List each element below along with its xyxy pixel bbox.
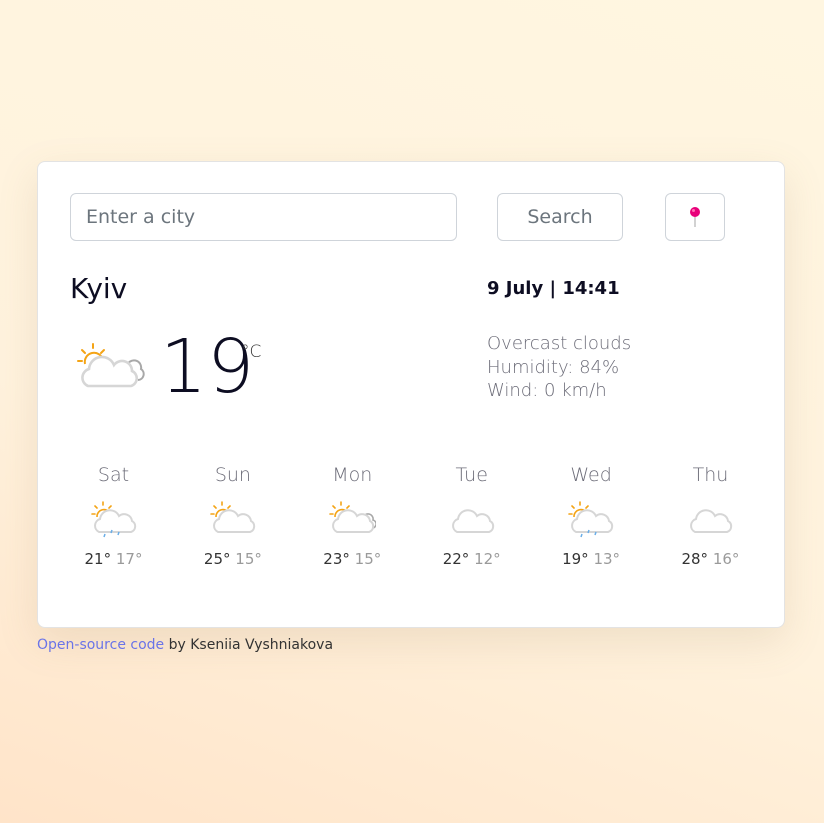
weather-card: Search Kyiv 9 July | 14:41 19 °C Overcas… bbox=[37, 161, 785, 628]
forecast-day: Tue 22° 12° bbox=[412, 464, 531, 568]
sun-cloud-icon bbox=[173, 500, 292, 540]
forecast-min-temp: 12° bbox=[474, 550, 501, 568]
forecast-day: Mon 23° 15° bbox=[293, 464, 412, 568]
forecast-max-temp: 19° bbox=[562, 550, 589, 568]
forecast-max-temp: 23° bbox=[323, 550, 350, 568]
weather-description: Overcast clouds bbox=[487, 333, 632, 354]
forecast-max-temp: 25° bbox=[203, 550, 231, 568]
forecast-min-temp: 16° bbox=[712, 550, 740, 568]
humidity: Humidity: 84% bbox=[487, 356, 620, 378]
current-weather-icon bbox=[76, 342, 146, 396]
forecast-min-temp: 15° bbox=[235, 550, 262, 568]
date-time: 9 July | 14:41 bbox=[487, 278, 620, 299]
city-name: Kyiv bbox=[70, 272, 128, 305]
cloud-icon bbox=[651, 500, 770, 540]
wind: Wind: 0 km/h bbox=[487, 380, 607, 401]
footer: Open-source code by Kseniia Vyshniakova bbox=[37, 637, 333, 653]
search-button[interactable]: Search bbox=[497, 193, 623, 241]
forecast-max-temp: 28° bbox=[681, 550, 709, 568]
current-location-button[interactable] bbox=[665, 193, 725, 241]
sun-cloud-rain-icon bbox=[532, 500, 651, 540]
cloud-icon bbox=[412, 500, 531, 540]
forecast-day: Sun 25° 15° bbox=[173, 464, 292, 568]
forecast-day-name: Sun bbox=[214, 464, 251, 486]
temperature-unit: °C bbox=[241, 342, 262, 362]
forecast-min-temp: 13° bbox=[593, 550, 621, 568]
forecast-day: Thu 28° 16° bbox=[651, 464, 770, 568]
forecast-day-name: Wed bbox=[570, 464, 612, 486]
pin-icon bbox=[690, 207, 700, 227]
forecast-day-name: Thu bbox=[692, 464, 729, 486]
forecast-max-temp: 22° bbox=[442, 550, 470, 568]
city-search-input[interactable] bbox=[70, 193, 457, 241]
forecast-day: Sat 21° 17° bbox=[54, 464, 173, 568]
sun-cloud-rain-icon bbox=[54, 500, 173, 540]
forecast-day-name: Mon bbox=[332, 464, 373, 486]
forecast-day-name: Sat bbox=[97, 464, 130, 486]
weather-details: Overcast clouds Humidity: 84% Wind: 0 km… bbox=[487, 332, 631, 403]
forecast-min-temp: 17° bbox=[115, 550, 143, 568]
forecast: Sat 21° 17° Sun 25° 15° Mon 23° 15° Tue … bbox=[54, 464, 770, 568]
forecast-day: Wed 19° 13° bbox=[532, 464, 651, 568]
forecast-min-temp: 15° bbox=[354, 550, 382, 568]
partly-cloudy-icon bbox=[293, 500, 412, 540]
source-code-link[interactable]: Open-source code bbox=[37, 637, 164, 653]
author-credit: by Kseniia Vyshniakova bbox=[164, 637, 334, 653]
forecast-max-temp: 21° bbox=[84, 550, 112, 568]
forecast-day-name: Tue bbox=[455, 464, 488, 486]
